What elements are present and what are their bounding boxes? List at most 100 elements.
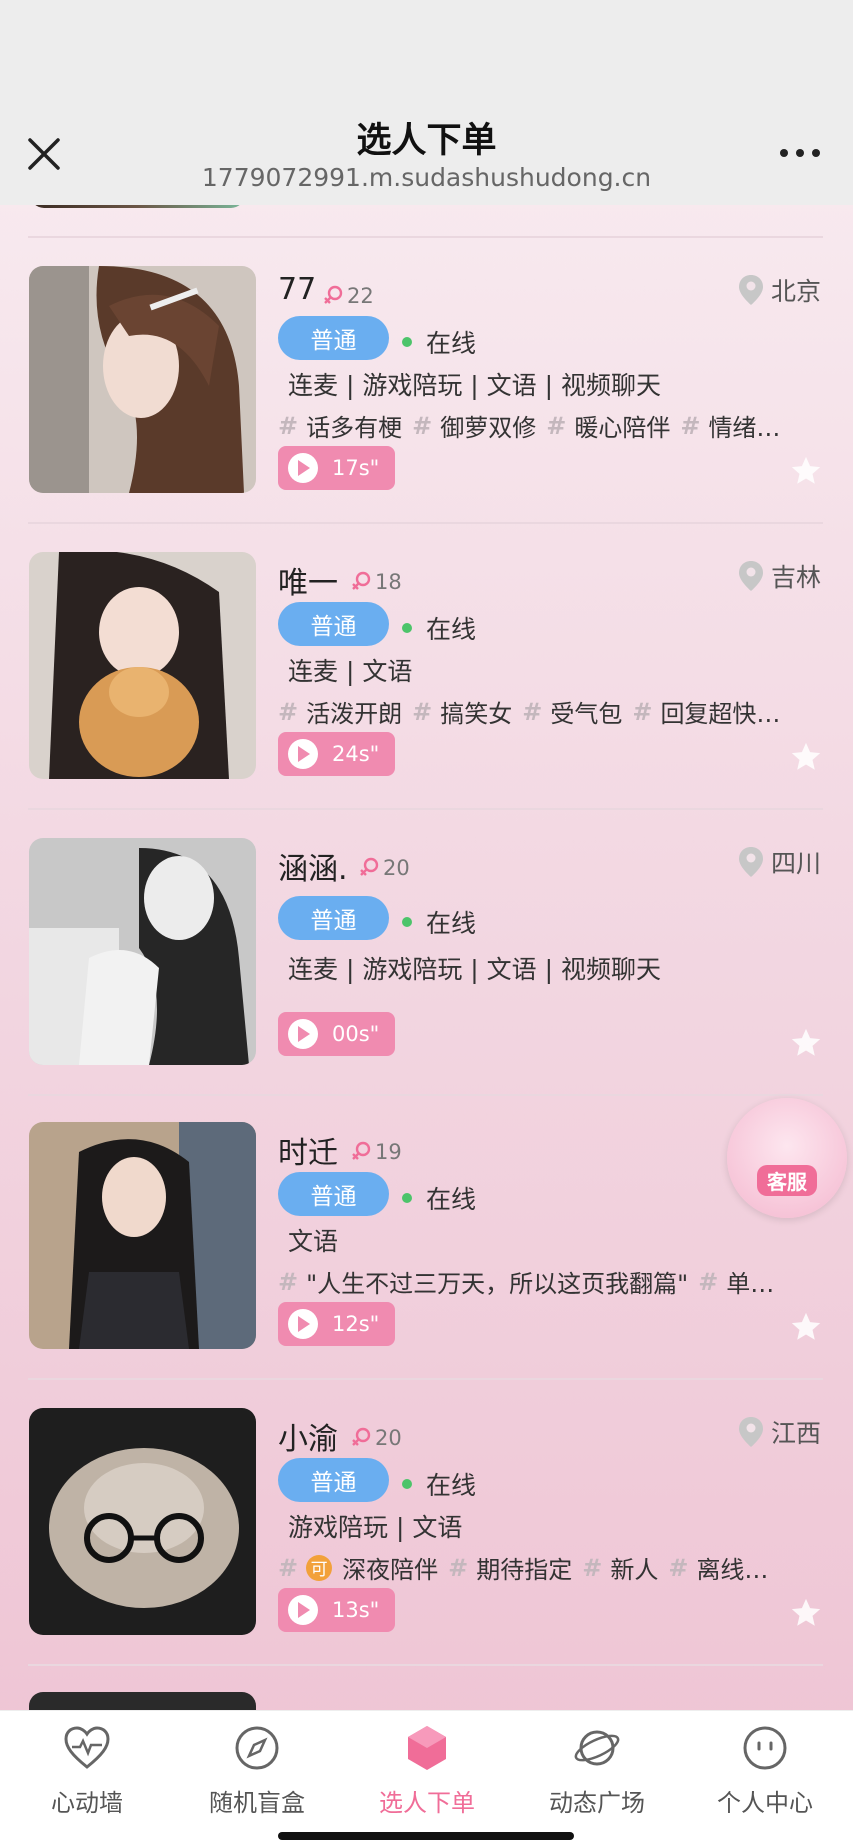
- online-dot: [402, 917, 412, 927]
- profile-card[interactable]: 唯一 18 吉林 普通 在线 连麦 | 文语 # 活泼开朗 # 搞笑女 # 受气包 #…: [0, 552, 853, 782]
- status-label: 在线: [426, 1185, 477, 1214]
- star-icon[interactable]: [789, 454, 823, 488]
- star-icon[interactable]: [789, 740, 823, 774]
- age-badge: 20: [350, 1426, 402, 1450]
- planet-icon: [574, 1730, 620, 1766]
- online-status: 在线: [402, 1180, 476, 1216]
- tag-list: # 活泼开朗 # 搞笑女 # 受气包 # 回复超快…: [278, 694, 818, 729]
- location-label: 四川: [770, 849, 821, 878]
- home-indicator: [278, 1832, 574, 1840]
- location-label: 吉林: [770, 563, 821, 592]
- female-icon: [352, 1141, 371, 1160]
- location-label: 江西: [770, 1419, 821, 1448]
- level-badge: 普通: [278, 316, 389, 360]
- tag: # 回复超快…: [632, 697, 781, 729]
- tab-label: 个人中心: [717, 1789, 813, 1817]
- services: 连麦 | 游戏陪玩 | 文语 | 视频聊天: [288, 955, 661, 984]
- avatar[interactable]: [29, 838, 256, 1065]
- age-value: 22: [347, 284, 374, 308]
- divider: [28, 1378, 823, 1380]
- heart-pulse-icon: [64, 1726, 110, 1769]
- level-badge: 普通: [278, 1458, 389, 1502]
- services: 文语: [288, 1227, 339, 1256]
- play-icon: [288, 1019, 318, 1049]
- online-status: 在线: [402, 324, 476, 360]
- divider: [28, 1094, 823, 1096]
- tag: # 受气包: [522, 697, 623, 729]
- voice-intro-button[interactable]: 13s": [278, 1588, 396, 1632]
- customer-service-button[interactable]: 客服: [727, 1098, 847, 1218]
- more-options-icon[interactable]: [775, 140, 825, 166]
- tag-list: # "人生不过三万天，所以这页我翻篇" # 单…: [278, 1264, 818, 1299]
- profile-card[interactable]: 77 22 北京 普通 在线 连麦 | 游戏陪玩 | 文语 | 视频聊天 # 话多…: [0, 266, 853, 496]
- divider: [28, 522, 823, 524]
- voice-intro-button[interactable]: 17s": [278, 446, 396, 490]
- online-status: 在线: [402, 904, 476, 940]
- status-label: 在线: [426, 1471, 477, 1500]
- online-dot: [402, 337, 412, 347]
- top-bar: 选人下单 1779072991.m.sudashushudong.cn: [0, 0, 853, 205]
- tag: # 搞笑女: [412, 697, 513, 729]
- tag: # 暖心陪伴: [546, 411, 671, 443]
- voice-intro-button[interactable]: 00s": [278, 1012, 396, 1056]
- female-icon: [360, 857, 379, 876]
- location-pin-icon: [738, 275, 763, 305]
- status-label: 在线: [426, 615, 477, 644]
- services: 游戏陪玩 | 文语: [288, 1513, 463, 1542]
- location-label: 北京: [770, 277, 821, 306]
- voice-duration: 12s": [332, 1312, 380, 1336]
- female-icon: [352, 1427, 371, 1446]
- tab-label: 随机盲盒: [209, 1789, 305, 1817]
- tag: # 可深夜陪伴: [278, 1553, 439, 1585]
- tag: # 新人: [582, 1553, 659, 1585]
- avatar[interactable]: [29, 1122, 256, 1349]
- profile-name: 小渝: [278, 1422, 338, 1457]
- page-title: 选人下单: [356, 121, 497, 161]
- tab-random-box[interactable]: 随机盲盒: [172, 1723, 342, 1818]
- tag: # 御萝双修: [412, 411, 537, 443]
- services: 连麦 | 文语: [288, 657, 413, 686]
- age-value: 18: [375, 570, 402, 594]
- online-status: 在线: [402, 610, 476, 646]
- age-badge: 19: [350, 1140, 402, 1164]
- status-label: 在线: [426, 329, 477, 358]
- profile-name: 77: [278, 272, 317, 307]
- location-pin-icon: [738, 561, 763, 591]
- avatar[interactable]: [29, 552, 256, 779]
- play-icon: [288, 1309, 318, 1339]
- online-dot: [402, 623, 412, 633]
- voice-duration: 24s": [332, 742, 380, 766]
- voice-intro-button[interactable]: 12s": [278, 1302, 396, 1346]
- age-badge: 18: [350, 570, 402, 594]
- voice-duration: 00s": [332, 1022, 380, 1046]
- location-pin-icon: [738, 1417, 763, 1447]
- tag-list: # 话多有梗 # 御萝双修 # 暖心陪伴 # 情绪…: [278, 408, 818, 443]
- profile-card[interactable]: 时迁 19 普通 在线 文语 # "人生不过三万天，所以这页我翻篇" # 单… 12…: [0, 1122, 853, 1352]
- star-icon[interactable]: [789, 1596, 823, 1630]
- avatar[interactable]: [29, 266, 256, 493]
- tab-label: 选人下单: [379, 1789, 475, 1817]
- face-icon: [743, 1726, 787, 1770]
- age-value: 20: [383, 856, 410, 880]
- location: 江西: [738, 1414, 821, 1450]
- tab-profile-center[interactable]: 个人中心: [680, 1723, 850, 1818]
- profile-card[interactable]: 涵涵. 20 四川 普通 在线 连麦 | 游戏陪玩 | 文语 | 视频聊天 00…: [0, 838, 853, 1068]
- voice-intro-button[interactable]: 24s": [278, 732, 396, 776]
- age-value: 20: [375, 1426, 402, 1450]
- available-badge: 可: [306, 1554, 333, 1581]
- star-icon[interactable]: [789, 1310, 823, 1344]
- tag: # 离线…: [668, 1553, 769, 1585]
- tab-heart-wall[interactable]: 心动墙: [2, 1723, 172, 1818]
- hexagon-icon: [408, 1726, 446, 1770]
- tab-moments-square[interactable]: 动态广场: [512, 1723, 682, 1818]
- level-badge: 普通: [278, 896, 389, 940]
- star-icon[interactable]: [789, 1026, 823, 1060]
- profile-card[interactable]: 小渝 20 江西 普通 在线 游戏陪玩 | 文语 # 可深夜陪伴 # 期待指定 # 新…: [0, 1408, 853, 1638]
- level-badge: 普通: [278, 1172, 389, 1216]
- tag: # 期待指定: [448, 1553, 573, 1585]
- profile-name: 时迁: [278, 1136, 338, 1171]
- tab-label: 动态广场: [549, 1789, 645, 1817]
- divider: [28, 1664, 823, 1666]
- tab-select-order[interactable]: 选人下单: [342, 1723, 512, 1818]
- avatar[interactable]: [29, 1408, 256, 1635]
